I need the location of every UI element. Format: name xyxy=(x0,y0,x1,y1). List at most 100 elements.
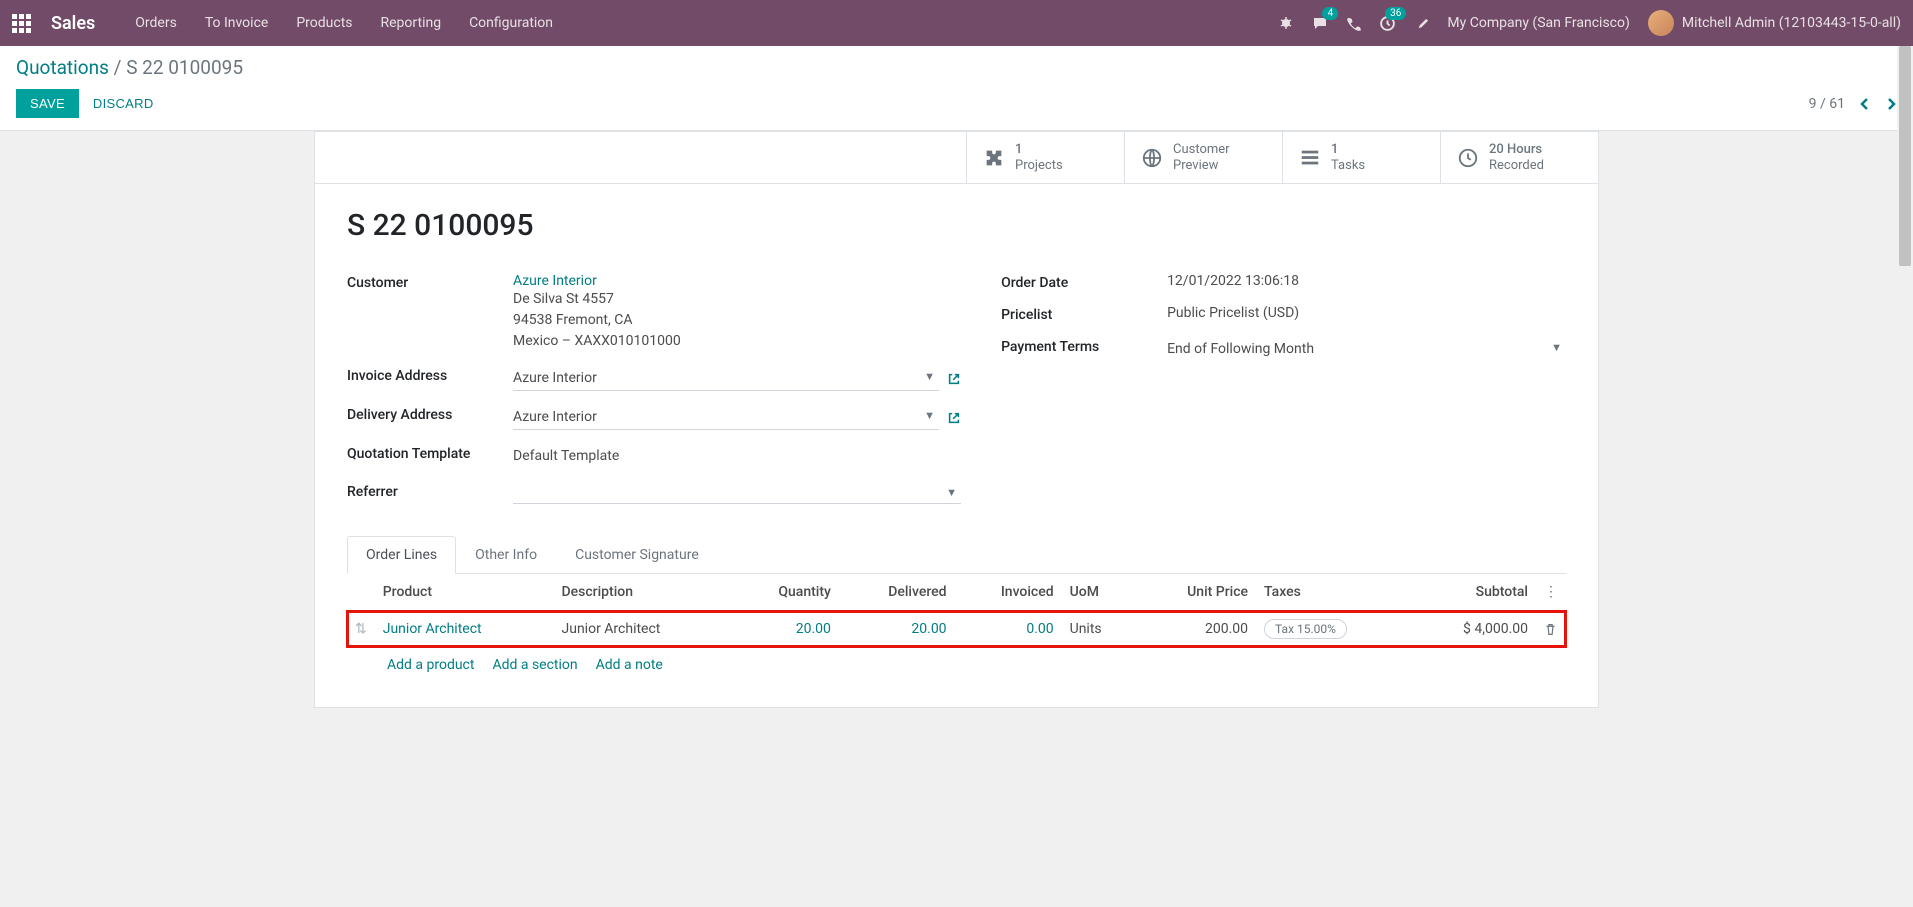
form-left: Customer Azure Interior De Silva St 4557… xyxy=(347,273,961,518)
stat-preview-label: Customer Preview xyxy=(1173,142,1230,173)
record-title: S 22 0100095 xyxy=(347,208,1566,243)
th-unit-price: Unit Price xyxy=(1136,574,1256,611)
app-name[interactable]: Sales xyxy=(51,13,95,34)
row-uom[interactable]: Units xyxy=(1062,611,1137,648)
stat-tasks-num: 1 xyxy=(1331,142,1365,158)
nav-products[interactable]: Products xyxy=(296,15,352,31)
nav-orders[interactable]: Orders xyxy=(135,15,177,31)
scrollbar-thumb[interactable] xyxy=(1899,46,1911,266)
payment-terms-input[interactable]: End of Following Month ▼ xyxy=(1167,337,1566,363)
customer-label: Customer xyxy=(347,273,513,291)
row-description[interactable]: Junior Architect xyxy=(554,611,733,648)
form-columns: Customer Azure Interior De Silva St 4557… xyxy=(347,273,1566,518)
columns-menu-icon[interactable]: ⋮ xyxy=(1544,584,1558,600)
stat-hours[interactable]: 20 Hours Recorded xyxy=(1440,132,1598,183)
navbar-right: 4 36 My Company (San Francisco) Mitchell… xyxy=(1278,10,1901,36)
row-invoiced[interactable]: 0.00 xyxy=(955,611,1062,648)
clock-icon xyxy=(1457,147,1479,169)
breadcrumb-root[interactable]: Quotations xyxy=(16,56,109,79)
stat-projects-label: Projects xyxy=(1015,158,1063,174)
chat-icon[interactable]: 4 xyxy=(1312,15,1328,31)
bug-icon[interactable] xyxy=(1278,15,1294,31)
table-row[interactable]: ⇅ Junior Architect Junior Architect 20.0… xyxy=(347,611,1566,648)
pricelist-value[interactable]: Public Pricelist (USD) xyxy=(1167,305,1566,321)
tab-order-lines[interactable]: Order Lines xyxy=(347,536,456,574)
th-uom: UoM xyxy=(1062,574,1137,611)
pager-next[interactable] xyxy=(1885,96,1897,112)
top-navbar: Sales Orders To Invoice Products Reporti… xyxy=(0,0,1913,46)
row-delivered[interactable]: 20.00 xyxy=(839,611,955,648)
puzzle-icon xyxy=(983,147,1005,169)
invoice-address-input[interactable]: Azure Interior ▼ xyxy=(513,366,939,391)
nav-to-invoice[interactable]: To Invoice xyxy=(205,15,269,31)
th-delivered: Delivered xyxy=(839,574,955,611)
th-subtotal: Subtotal xyxy=(1410,574,1536,611)
stat-buttons: 1 Projects Customer Preview 1 Tasks xyxy=(315,132,1598,184)
caret-down-icon: ▼ xyxy=(924,370,935,383)
stat-tasks-label: Tasks xyxy=(1331,158,1365,174)
save-button[interactable]: SAVE xyxy=(16,89,79,118)
caret-down-icon: ▼ xyxy=(924,409,935,422)
delivery-address-input[interactable]: Azure Interior ▼ xyxy=(513,405,939,430)
phone-icon[interactable] xyxy=(1346,16,1361,31)
row-subtotal: $ 4,000.00 xyxy=(1410,611,1536,648)
discard-button[interactable]: DISCARD xyxy=(79,89,168,118)
company-selector[interactable]: My Company (San Francisco) xyxy=(1447,15,1629,31)
add-note-link[interactable]: Add a note xyxy=(596,657,663,673)
address-street: De Silva St 4557 xyxy=(513,289,961,310)
breadcrumb-sep: / xyxy=(114,56,127,79)
tasks-icon xyxy=(1299,147,1321,169)
external-link-icon[interactable] xyxy=(947,411,961,425)
stat-tasks[interactable]: 1 Tasks xyxy=(1282,132,1440,183)
navbar-left: Sales Orders To Invoice Products Reporti… xyxy=(12,13,553,34)
add-links: Add a product Add a section Add a note xyxy=(347,647,1566,683)
chat-badge: 4 xyxy=(1322,7,1338,20)
pager-prev[interactable] xyxy=(1859,96,1871,112)
payment-terms-label: Payment Terms xyxy=(1001,337,1167,355)
drag-handle-icon[interactable]: ⇅ xyxy=(347,611,375,648)
caret-down-icon: ▼ xyxy=(946,486,957,499)
buttons-row: SAVE DISCARD 9 / 61 xyxy=(16,89,1897,118)
address-country: Mexico – XAXX010101000 xyxy=(513,331,961,352)
user-menu[interactable]: Mitchell Admin (12103443-15-0-all) xyxy=(1648,10,1901,36)
activity-badge: 36 xyxy=(1385,7,1406,20)
stat-customer-preview[interactable]: Customer Preview xyxy=(1124,132,1282,183)
invoice-address-label: Invoice Address xyxy=(347,366,513,384)
user-name: Mitchell Admin (12103443-15-0-all) xyxy=(1682,15,1901,31)
customer-link[interactable]: Azure Interior xyxy=(513,273,597,289)
add-product-link[interactable]: Add a product xyxy=(387,657,474,673)
nav-configuration[interactable]: Configuration xyxy=(469,15,553,31)
apps-icon[interactable] xyxy=(12,14,31,33)
row-unit-price[interactable]: 200.00 xyxy=(1136,611,1256,648)
tab-customer-signature[interactable]: Customer Signature xyxy=(556,536,718,573)
add-section-link[interactable]: Add a section xyxy=(492,657,577,673)
referrer-label: Referrer xyxy=(347,482,513,500)
nav-reporting[interactable]: Reporting xyxy=(381,15,442,31)
order-date-value[interactable]: 12/01/2022 13:06:18 xyxy=(1167,273,1566,289)
external-link-icon[interactable] xyxy=(947,372,961,386)
scrollbar[interactable] xyxy=(1897,46,1913,907)
avatar xyxy=(1648,10,1674,36)
referrer-input[interactable]: ▼ xyxy=(513,482,961,504)
stat-hours-num: 20 Hours xyxy=(1489,142,1544,158)
address-city: 94538 Fremont, CA xyxy=(513,310,961,331)
breadcrumb-current: S 22 0100095 xyxy=(126,56,243,79)
row-product[interactable]: Junior Architect xyxy=(375,611,554,648)
th-description: Description xyxy=(554,574,733,611)
stat-projects[interactable]: 1 Projects xyxy=(966,132,1124,183)
quotation-template-value[interactable]: Default Template xyxy=(513,444,961,468)
row-taxes[interactable]: Tax 15.00% xyxy=(1256,611,1410,648)
breadcrumb: Quotations / S 22 0100095 xyxy=(16,56,1897,79)
nav-menu: Orders To Invoice Products Reporting Con… xyxy=(135,15,553,31)
stat-hours-label: Recorded xyxy=(1489,158,1544,174)
caret-down-icon: ▼ xyxy=(1551,341,1562,354)
tools-icon[interactable] xyxy=(1414,16,1429,31)
th-invoiced: Invoiced xyxy=(955,574,1062,611)
sheet-body: S 22 0100095 Customer Azure Interior De … xyxy=(315,184,1598,707)
row-quantity[interactable]: 20.00 xyxy=(732,611,839,648)
tab-other-info[interactable]: Other Info xyxy=(456,536,556,573)
customer-value: Azure Interior De Silva St 4557 94538 Fr… xyxy=(513,273,961,352)
activity-icon[interactable]: 36 xyxy=(1379,15,1396,32)
trash-icon[interactable] xyxy=(1544,623,1558,636)
th-product: Product xyxy=(375,574,554,611)
